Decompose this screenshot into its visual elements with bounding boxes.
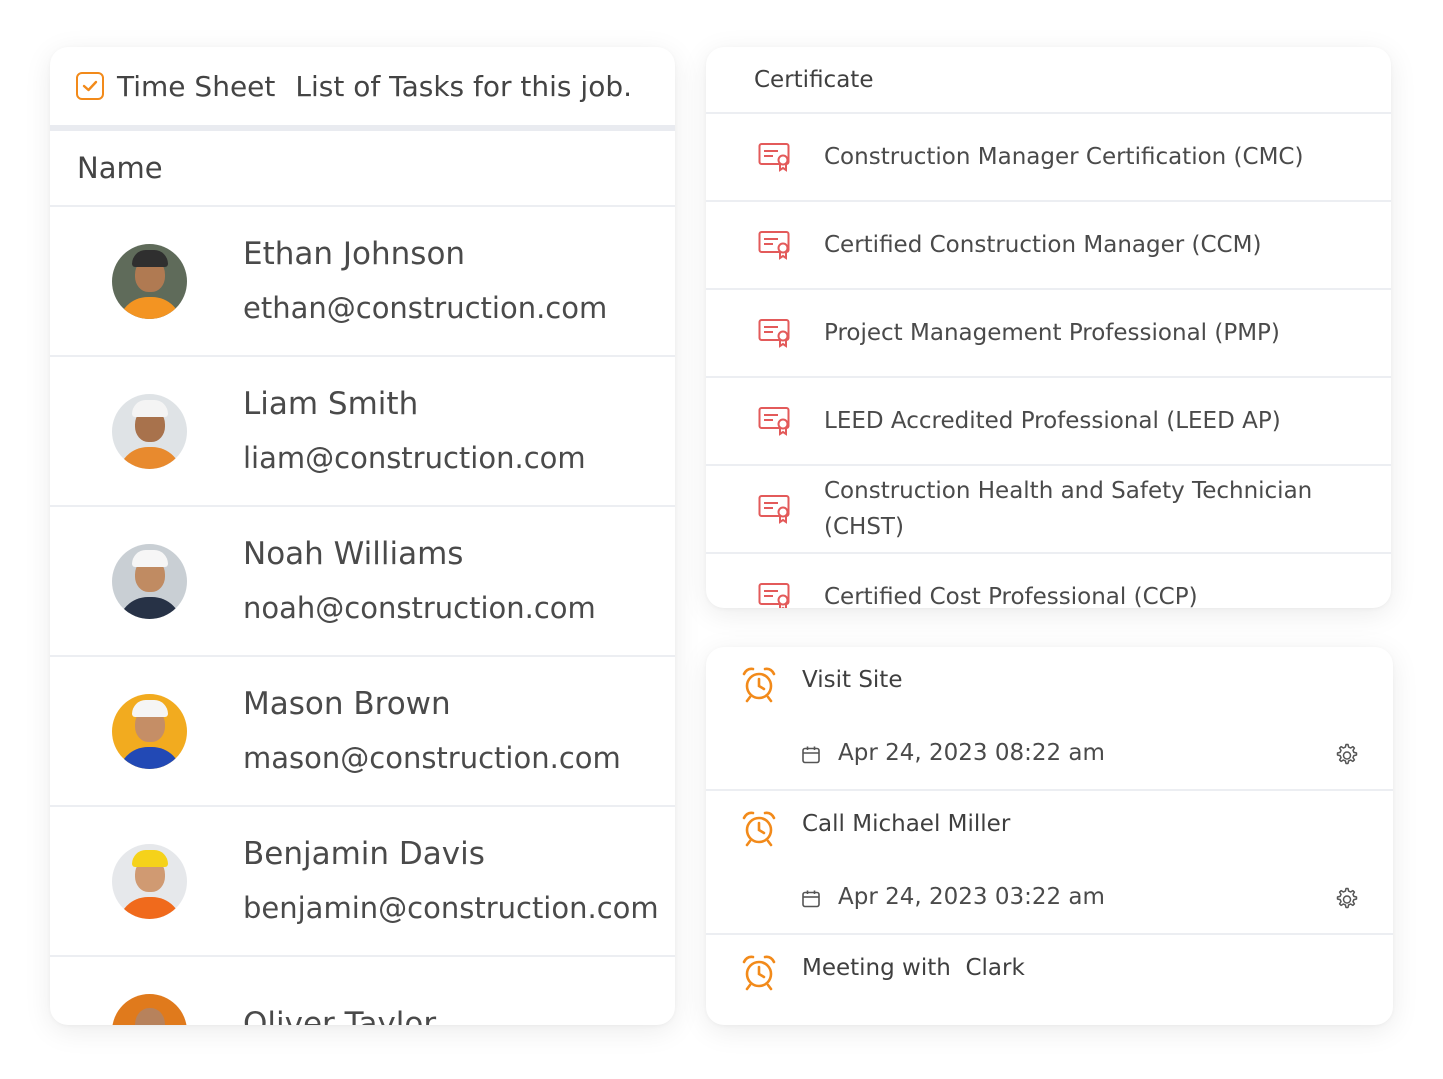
certificate-row[interactable]: Construction Manager Certification (CMC)	[706, 114, 1391, 202]
person-email[interactable]: mason@construction.com	[243, 738, 621, 778]
certificates-title: Certificate	[754, 66, 874, 93]
person-name: Oliver Taylor	[243, 1006, 437, 1025]
person-name: Mason Brown	[243, 686, 451, 722]
name-column-header: Name	[50, 131, 675, 207]
avatar	[112, 543, 187, 619]
certificate-icon	[758, 319, 790, 348]
avatar	[112, 393, 187, 469]
certificate-label: Construction Health and Safety Technicia…	[824, 478, 1313, 540]
certificate-label: Certified Construction Manager (CCM)	[824, 232, 1262, 258]
certificate-icon	[758, 495, 790, 524]
task-title: Visit Site	[802, 667, 903, 693]
tasks-panel: Visit Site Apr 24, 2023 08:22 am Call Mi…	[706, 647, 1393, 1025]
person-name: Noah Williams	[243, 536, 464, 572]
timesheet-title: Time Sheet	[117, 69, 276, 103]
certificate-row[interactable]: Project Management Professional (PMP)	[706, 290, 1391, 378]
gear-icon[interactable]	[1333, 742, 1359, 768]
certificate-icon	[758, 231, 790, 260]
task-item[interactable]: Visit Site Apr 24, 2023 08:22 am	[706, 647, 1393, 791]
person-row[interactable]: Benjamin Davis benjamin@construction.com	[50, 807, 675, 957]
person-row[interactable]: Liam Smith liam@construction.com	[50, 357, 675, 507]
alarm-clock-icon	[742, 811, 776, 847]
certificate-icon	[758, 583, 790, 608]
certificate-label: Project Management Professional (PMP)	[824, 320, 1280, 346]
task-title: Meeting with Clark	[802, 955, 1025, 981]
avatar	[112, 243, 187, 319]
timesheet-panel: Time Sheet List of Tasks for this job. N…	[50, 47, 675, 1025]
person-row[interactable]: Oliver Taylor	[50, 957, 675, 1025]
alarm-clock-icon	[742, 667, 776, 703]
task-title: Call Michael Miller	[802, 811, 1011, 837]
task-item[interactable]: Meeting with Clark	[706, 935, 1393, 1025]
person-name: Benjamin Davis	[243, 836, 485, 872]
certificate-label: Certified Cost Professional (CCP)	[824, 584, 1198, 608]
certificate-label: LEED Accredited Professional (LEED AP)	[824, 408, 1281, 434]
person-email[interactable]: noah@construction.com	[243, 588, 596, 628]
certificate-icon	[758, 407, 790, 436]
person-name: Ethan Johnson	[243, 236, 466, 272]
alarm-clock-icon	[742, 955, 776, 991]
certificate-row[interactable]: LEED Accredited Professional (LEED AP)	[706, 378, 1391, 466]
person-row[interactable]: Mason Brown mason@construction.com	[50, 657, 675, 807]
task-item[interactable]: Call Michael Miller Apr 24, 2023 03:22 a…	[706, 791, 1393, 935]
certificate-row[interactable]: Certified Construction Manager (CCM)	[706, 202, 1391, 290]
avatar	[112, 693, 187, 769]
calendar-icon	[802, 890, 820, 908]
avatar	[112, 993, 187, 1025]
calendar-icon	[802, 746, 820, 764]
timesheet-header: Time Sheet List of Tasks for this job.	[50, 47, 675, 125]
certificate-icon	[758, 143, 790, 172]
certificates-header: Certificate	[706, 47, 1391, 114]
avatar	[112, 843, 187, 919]
certificates-panel: Certificate Construction Manager Certifi…	[706, 47, 1391, 608]
person-email[interactable]: liam@construction.com	[243, 438, 586, 478]
certificate-label: Construction Manager Certification (CMC)	[824, 144, 1304, 170]
person-email[interactable]: benjamin@construction.com	[243, 888, 659, 928]
timesheet-subtitle: List of Tasks for this job.	[295, 69, 633, 103]
person-name: Liam Smith	[243, 386, 419, 422]
certificate-row[interactable]: Construction Health and Safety Technicia…	[706, 466, 1391, 554]
name-column-label: Name	[77, 151, 163, 185]
task-date: Apr 24, 2023 03:22 am	[838, 884, 1105, 910]
person-row[interactable]: Noah Williams noah@construction.com	[50, 507, 675, 657]
certificate-row[interactable]: Certified Cost Professional (CCP)	[706, 554, 1391, 608]
person-email[interactable]: ethan@construction.com	[243, 288, 607, 328]
task-date: Apr 24, 2023 08:22 am	[838, 740, 1105, 766]
gear-icon[interactable]	[1333, 886, 1359, 912]
person-row[interactable]: Ethan Johnson ethan@construction.com	[50, 207, 675, 357]
checkbox-icon[interactable]	[76, 72, 104, 100]
